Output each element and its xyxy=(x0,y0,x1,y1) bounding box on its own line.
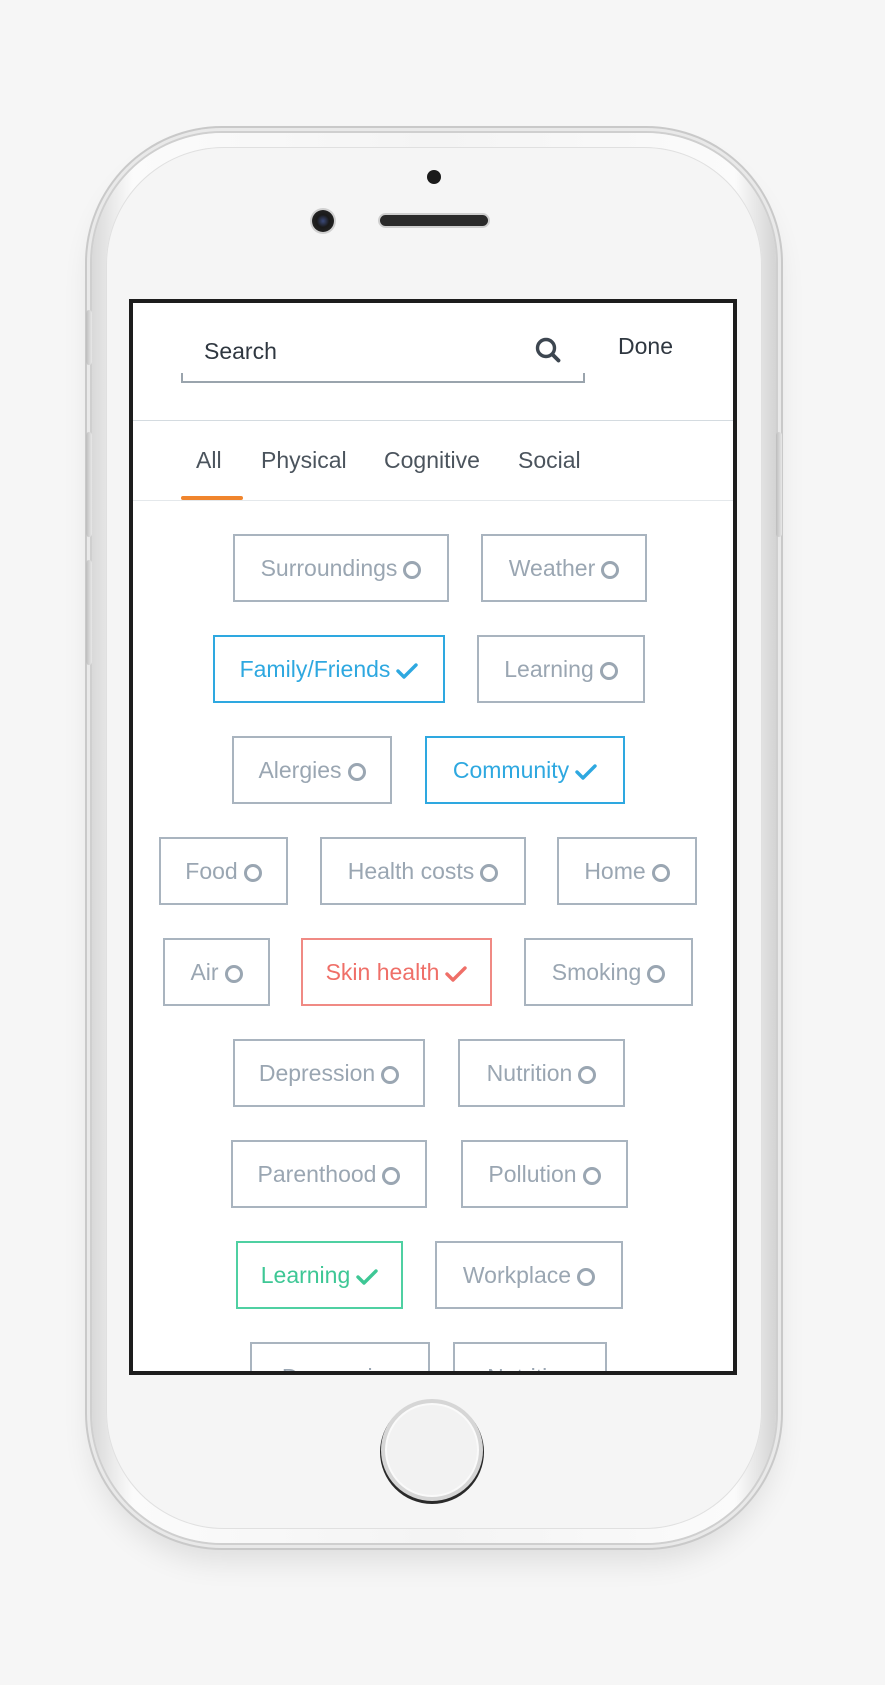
done-button[interactable]: Done xyxy=(618,333,673,360)
chip-label: Pollution xyxy=(488,1160,577,1187)
tab-cognitive[interactable]: Cognitive xyxy=(384,447,480,474)
chip-family-friends[interactable]: Family/Friends xyxy=(213,635,445,703)
chip-label: Health costs xyxy=(347,857,475,884)
active-tab-indicator xyxy=(181,496,243,500)
tab-social[interactable]: Social xyxy=(518,447,581,474)
checkmark-icon xyxy=(396,663,419,679)
chip-label: Community xyxy=(452,756,570,783)
chip-label: Nutrition xyxy=(487,1364,573,1371)
unselected-circle-icon xyxy=(382,1167,401,1185)
chip-community[interactable]: Community xyxy=(425,736,625,804)
search-underline-left-tick xyxy=(181,373,183,383)
chip-label: Smoking xyxy=(551,958,642,985)
chip-surroundings[interactable]: Surroundings xyxy=(233,534,449,602)
chip-workplace[interactable]: Workplace xyxy=(435,1241,623,1309)
chip-label: Parenthood xyxy=(257,1160,377,1187)
chip-home[interactable]: Home xyxy=(557,837,697,905)
chip-smoking[interactable]: Smoking xyxy=(524,938,693,1006)
unselected-circle-icon xyxy=(480,864,499,882)
chip-label: Food xyxy=(185,857,238,884)
chip-label: Nutrition xyxy=(486,1059,573,1086)
chip-label: Air xyxy=(190,958,219,985)
chip-alergies[interactable]: Alergies xyxy=(232,736,392,804)
search-field[interactable] xyxy=(181,325,585,383)
chip-label: Skin health xyxy=(325,958,440,985)
chip-label: Alergies xyxy=(258,756,342,783)
chip-label: Workplace xyxy=(462,1261,572,1288)
mute-switch xyxy=(86,310,92,365)
unselected-circle-icon xyxy=(578,1066,597,1084)
search-bar: Done xyxy=(133,303,733,421)
tab-all[interactable]: All xyxy=(196,447,222,474)
volume-up-button xyxy=(86,432,92,537)
unselected-circle-icon xyxy=(651,864,670,882)
front-camera xyxy=(312,210,334,232)
home-button[interactable] xyxy=(381,1399,483,1501)
search-underline-right-tick xyxy=(583,373,585,383)
topic-chip-list: Surroundings Weather Family/Friends Lear… xyxy=(133,501,733,1371)
earpiece-speaker xyxy=(380,215,488,226)
unselected-circle-icon xyxy=(647,965,666,983)
chip-learning-selected[interactable]: Learning xyxy=(236,1241,403,1309)
chip-label: Home xyxy=(584,857,646,884)
chip-label: Depression xyxy=(282,1364,398,1371)
chip-depression[interactable]: Depression xyxy=(233,1039,425,1107)
chip-label: Surroundings xyxy=(260,554,398,581)
checkmark-icon xyxy=(575,764,597,780)
chip-learning[interactable]: Learning xyxy=(477,635,645,703)
unselected-circle-icon xyxy=(577,1268,596,1286)
checkmark-icon xyxy=(356,1269,378,1285)
search-input[interactable] xyxy=(204,333,524,369)
chip-parenthood[interactable]: Parenthood xyxy=(231,1140,427,1208)
chip-depression-2[interactable]: Depression xyxy=(250,1342,430,1371)
volume-down-button xyxy=(86,560,92,665)
checkmark-icon xyxy=(445,966,468,982)
unselected-circle-icon xyxy=(582,1167,601,1185)
chip-weather[interactable]: Weather xyxy=(481,534,647,602)
chip-air[interactable]: Air xyxy=(163,938,270,1006)
chip-skin-health[interactable]: Skin health xyxy=(301,938,492,1006)
chip-label: Learning xyxy=(260,1261,351,1288)
unselected-circle-icon xyxy=(347,763,366,781)
chip-label: Weather xyxy=(508,554,596,581)
app-screen: Done All Physical Cognitive Social Surro… xyxy=(129,299,737,1375)
chip-label: Learning xyxy=(504,655,594,682)
unselected-circle-icon xyxy=(224,965,243,983)
chip-label: Family/Friends xyxy=(239,655,391,682)
unselected-circle-icon xyxy=(601,561,620,579)
search-icon[interactable] xyxy=(533,335,563,365)
tab-physical[interactable]: Physical xyxy=(261,447,347,474)
proximity-sensor xyxy=(427,170,441,184)
chip-nutrition-2[interactable]: Nutrition xyxy=(453,1342,607,1371)
chip-health-costs[interactable]: Health costs xyxy=(320,837,526,905)
power-button xyxy=(776,432,782,537)
category-tabs: All Physical Cognitive Social xyxy=(133,421,733,501)
unselected-circle-icon xyxy=(599,662,618,680)
unselected-circle-icon xyxy=(243,864,262,882)
chip-label: Depression xyxy=(258,1059,376,1086)
chip-pollution[interactable]: Pollution xyxy=(461,1140,628,1208)
chip-food[interactable]: Food xyxy=(159,837,288,905)
unselected-circle-icon xyxy=(381,1066,400,1084)
chip-nutrition[interactable]: Nutrition xyxy=(458,1039,625,1107)
unselected-circle-icon xyxy=(403,561,422,579)
